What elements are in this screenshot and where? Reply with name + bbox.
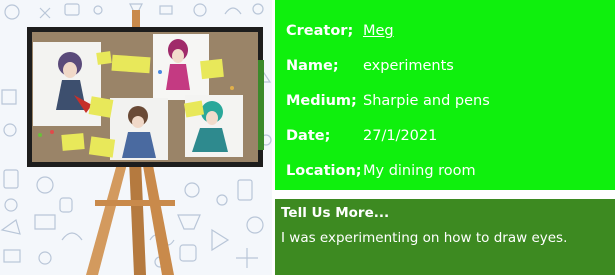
name-value: experiments [363, 58, 454, 74]
creator-row: Creator; Meg [286, 19, 394, 43]
date-label: Date; [286, 128, 331, 144]
location-row: Location; My dining room [286, 159, 476, 183]
medium-row: Medium; Sharpie and pens [286, 89, 490, 113]
artwork-panel [0, 0, 272, 275]
creator-label: Creator; [286, 23, 354, 39]
name-label: Name; [286, 58, 339, 74]
medium-value: Sharpie and pens [363, 93, 490, 109]
artwork-svg [0, 3, 272, 275]
artwork-info-panel: Creator; Meg Name; experiments Medium; S… [275, 0, 615, 190]
tell-us-more-text: I was experimenting on how to draw eyes. [281, 230, 568, 246]
medium-label: Medium; [286, 93, 357, 109]
creator-link[interactable]: Meg [363, 23, 394, 39]
date-value: 27/1/2021 [363, 128, 438, 144]
date-row: Date; 27/1/2021 [286, 124, 437, 148]
location-value: My dining room [363, 163, 476, 179]
tell-us-more-heading: Tell Us More... [281, 205, 390, 221]
board-edge-shadow [258, 60, 264, 150]
name-row: Name; experiments [286, 54, 454, 78]
tell-us-more-panel: Tell Us More... I was experimenting on h… [275, 199, 615, 275]
location-label: Location; [286, 163, 362, 179]
